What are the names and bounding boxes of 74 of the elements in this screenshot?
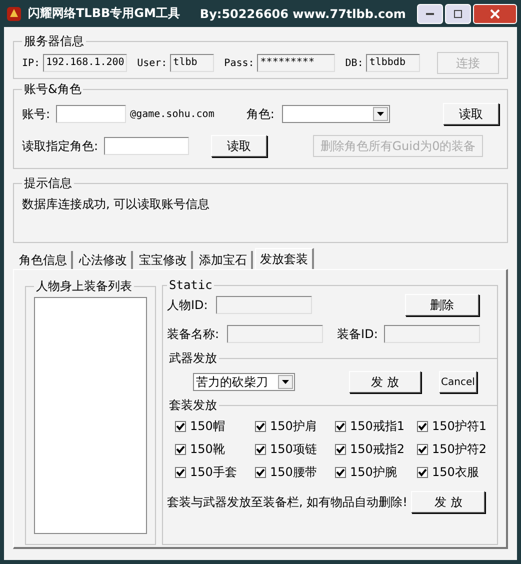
input-field[interactable]: 192.168.1.200 xyxy=(43,54,128,72)
checkbox-option[interactable]: 150项链 xyxy=(255,441,335,458)
checkbox-option[interactable]: 150手套 xyxy=(175,464,255,481)
window-title: 闪耀网络TLBB专用GM工具 xyxy=(28,5,180,22)
checkbox[interactable] xyxy=(255,421,266,432)
field-label: 人物ID: xyxy=(167,296,208,314)
checkbox[interactable] xyxy=(417,444,428,455)
notice-text: 套装与武器发放至装备栏, 如有物品自动删除! xyxy=(167,494,408,510)
field-label: 账号: xyxy=(22,106,50,122)
role-dropdown[interactable] xyxy=(282,105,390,123)
group-title: 提示信息 xyxy=(23,175,73,192)
app-icon xyxy=(6,6,22,22)
field-label: User: xyxy=(137,58,168,68)
checkbox[interactable] xyxy=(417,421,428,432)
checkbox-option[interactable]: 150帽 xyxy=(175,418,255,435)
checkbox[interactable] xyxy=(335,467,346,478)
checkbox-option[interactable]: 150护符1 xyxy=(417,418,497,435)
input-field[interactable] xyxy=(216,296,312,314)
group-title: 套装发放 xyxy=(168,397,218,414)
read-button[interactable]: 读取 xyxy=(443,103,499,125)
dropdown-icon xyxy=(282,380,289,384)
field-label: IP: xyxy=(22,58,40,68)
input-field[interactable] xyxy=(56,105,126,123)
issue-button[interactable]: 发 放 xyxy=(349,371,421,393)
domain-label: @game.sohu.com xyxy=(130,108,214,120)
input-field[interactable] xyxy=(384,325,480,343)
status-message: 数据库连接成功, 可以读取账号信息 xyxy=(22,196,211,213)
cancel-button[interactable]: Cancel xyxy=(439,371,477,393)
checkbox-option[interactable]: 150衣服 xyxy=(417,464,497,481)
group-title: 人物身上装备列表 xyxy=(35,278,133,295)
field-label: 装备ID: xyxy=(337,326,378,342)
checkbox[interactable] xyxy=(255,444,266,455)
checkbox[interactable] xyxy=(175,421,186,432)
field-label: 读取指定角色: xyxy=(22,138,98,154)
dropdown-icon xyxy=(377,112,384,116)
input-field[interactable] xyxy=(227,325,324,343)
checkbox[interactable] xyxy=(255,467,266,478)
read-button[interactable]: 读取 xyxy=(211,135,268,157)
maximize-button[interactable] xyxy=(445,4,471,24)
checkbox-option[interactable]: 150戒指2 xyxy=(335,441,417,458)
input-field[interactable]: tlbb xyxy=(170,54,214,72)
checkbox-option[interactable]: 150腰带 xyxy=(255,464,335,481)
group-title: 账号&角色 xyxy=(23,81,82,98)
checkbox-option[interactable]: 150戒指1 xyxy=(335,418,417,435)
checkbox-option[interactable]: 150护符2 xyxy=(417,441,497,458)
equipment-listbox[interactable] xyxy=(34,297,147,534)
minimize-button[interactable] xyxy=(417,4,443,24)
issue-button[interactable]: 发 放 xyxy=(411,491,486,513)
checkbox[interactable] xyxy=(175,444,186,455)
close-icon xyxy=(490,8,500,18)
field-label: Pass: xyxy=(224,58,254,68)
window-subtitle: By:50226606 www.77tlbb.com xyxy=(200,6,406,20)
input-field[interactable]: ********* xyxy=(257,54,336,72)
checkbox[interactable] xyxy=(335,444,346,455)
group-title: Static xyxy=(168,278,214,292)
input-field[interactable]: tlbbdb xyxy=(366,54,420,72)
field-label: DB: xyxy=(345,58,364,68)
tab[interactable]: 发放套装 xyxy=(255,248,314,269)
group-title: 武器发放 xyxy=(168,350,218,367)
close-button[interactable] xyxy=(473,4,517,24)
minimize-icon xyxy=(426,12,434,14)
checkbox-option[interactable]: 150靴 xyxy=(175,441,255,458)
delete-button[interactable]: 删除 xyxy=(405,294,479,316)
group-title: 服务器信息 xyxy=(23,33,85,50)
input-field[interactable] xyxy=(104,137,190,155)
checkbox-option[interactable]: 150护腕 xyxy=(335,464,417,481)
maximize-icon xyxy=(453,8,463,18)
checkbox[interactable] xyxy=(175,467,186,478)
checkbox[interactable] xyxy=(417,467,428,478)
field-label: 角色: xyxy=(246,106,274,122)
weapon-dropdown[interactable]: 苦力的砍柴刀 xyxy=(193,373,295,391)
checkbox[interactable] xyxy=(335,421,346,432)
checkbox-option[interactable]: 150护肩 xyxy=(255,418,335,435)
field-label: 装备名称: xyxy=(167,326,220,342)
